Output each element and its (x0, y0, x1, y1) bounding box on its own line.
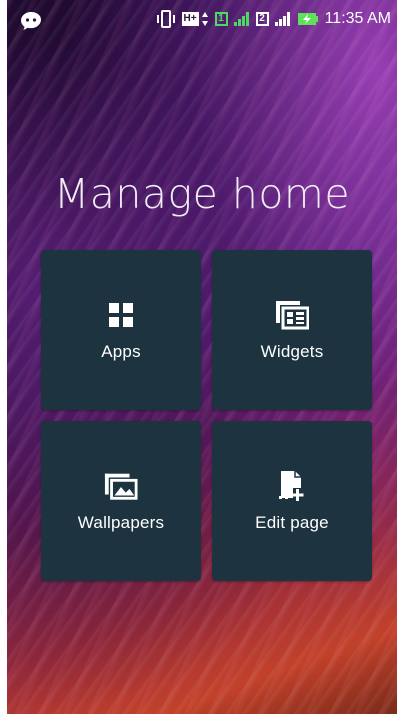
apps-label: Apps (101, 342, 141, 361)
widgets-label: Widgets (260, 342, 324, 361)
page-title: Manage home (53, 170, 351, 218)
widgets-tile[interactable]: Widgets (212, 250, 372, 410)
edit-page-label: Edit page (255, 513, 329, 532)
edit-page-tile[interactable]: Edit page (212, 421, 372, 581)
widgets-icon (275, 298, 309, 332)
wallpapers-label: Wallpapers (77, 513, 165, 532)
apps-grid-icon (104, 298, 138, 332)
battery-charging-icon (297, 11, 319, 27)
sim1-icon: 1 (214, 12, 228, 26)
wallpapers-tile[interactable]: Wallpapers (41, 421, 201, 581)
signal-icon (274, 12, 291, 26)
home-screen: H+ 1 2 11:35 AM Manage home Apps Widgets… (7, 0, 397, 714)
clock: 11:35 AM (324, 10, 391, 27)
signal-icon (233, 12, 250, 26)
apps-tile[interactable]: Apps (41, 250, 201, 410)
sim2-icon: 2 (255, 12, 269, 26)
edit-page-icon (275, 469, 309, 503)
wallpapers-icon (104, 469, 138, 503)
status-bar: H+ 1 2 11:35 AM (7, 0, 397, 46)
hplus-data-icon: H+ (181, 11, 209, 27)
vibrate-icon (156, 10, 176, 28)
network-type-label: H+ (181, 12, 199, 26)
chat-bubble-icon (20, 11, 42, 31)
